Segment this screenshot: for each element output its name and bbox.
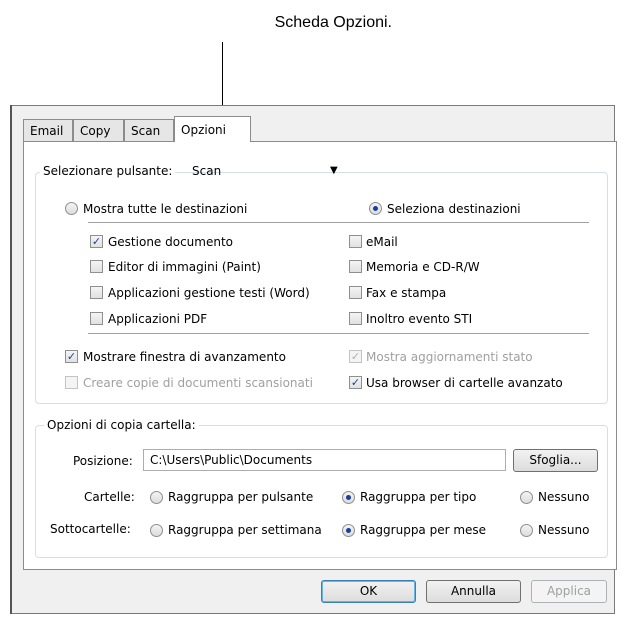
cancel-button[interactable]: Annulla [426, 580, 521, 603]
subfolders-none-radio[interactable] [520, 524, 533, 537]
check-icon: ✓ [350, 350, 361, 363]
gestione-documento-checkbox[interactable]: ✓ [90, 235, 103, 248]
tab-email[interactable]: Email [23, 119, 73, 141]
show-progress-checkbox[interactable]: ✓ [65, 350, 78, 363]
advanced-browser-checkbox[interactable]: ✓ [349, 376, 362, 389]
folders-none-radio[interactable] [520, 491, 533, 504]
inoltro-sti-label: Inoltro evento STI [366, 312, 473, 326]
caption: Scheda Opzioni. [274, 14, 392, 31]
show-all-destinations-label: Mostra tutte le destinazioni [83, 202, 248, 216]
folder-copy-title: Opzioni di copia cartella: [44, 417, 199, 433]
inoltro-sti-checkbox[interactable] [349, 312, 362, 325]
browse-button[interactable]: Sfoglia... [513, 449, 598, 472]
fax-stampa-checkbox[interactable] [349, 286, 362, 299]
dropdown-arrow-icon: ▼ [330, 165, 338, 176]
editor-immagini-label: Editor di immagini (Paint) [108, 260, 261, 274]
email-label: eMail [366, 235, 398, 249]
select-button-label: Selezionare pulsante: [40, 163, 176, 179]
check-icon: ✓ [66, 350, 77, 363]
subfolders-none-label: Nessuno [538, 523, 590, 537]
divider [88, 333, 589, 334]
create-copies-checkbox[interactable] [65, 376, 78, 389]
folders-label: Cartelle: [84, 490, 135, 504]
select-destinations-radio[interactable] [369, 202, 382, 215]
select-button-value: Scan [192, 164, 222, 178]
advanced-browser-label: Usa browser di cartelle avanzato [366, 376, 563, 390]
create-copies-label: Creare copie di documenti scansionati [83, 376, 313, 390]
folders-by-button-label: Raggruppa per pulsante [168, 490, 314, 504]
applicazioni-testi-checkbox[interactable] [90, 286, 103, 299]
subfolders-by-week-radio[interactable] [150, 524, 163, 537]
apply-button[interactable]: Applica [531, 580, 607, 603]
select-button-dropdown[interactable]: Scan ▼ [184, 161, 344, 182]
check-icon: ✓ [91, 235, 102, 248]
subfolders-by-week-label: Raggruppa per settimana [168, 523, 322, 537]
memoria-cd-label: Memoria e CD-R/W [366, 260, 480, 274]
divider [88, 222, 589, 223]
tab-scan[interactable]: Scan [124, 119, 174, 141]
position-input[interactable]: C:\Users\Public\Documents [143, 449, 506, 471]
show-progress-label: Mostrare finestra di avanzamento [83, 350, 286, 364]
window-edge [10, 105, 12, 614]
ok-button[interactable]: OK [321, 580, 416, 603]
check-icon: ✓ [350, 376, 361, 389]
tab-copy[interactable]: Copy [73, 119, 124, 141]
folders-none-label: Nessuno [538, 490, 590, 504]
memoria-cd-checkbox[interactable] [349, 260, 362, 273]
folders-by-button-radio[interactable] [150, 491, 163, 504]
position-label: Posizione: [73, 454, 133, 468]
applicazioni-pdf-label: Applicazioni PDF [108, 312, 208, 326]
subfolders-by-month-radio[interactable] [342, 524, 355, 537]
email-checkbox[interactable] [349, 235, 362, 248]
subfolders-by-month-label: Raggruppa per mese [360, 523, 487, 537]
applicazioni-pdf-checkbox[interactable] [90, 312, 103, 325]
show-status-checkbox[interactable]: ✓ [349, 350, 362, 363]
select-destinations-label: Seleziona destinazioni [387, 202, 521, 216]
show-status-label: Mostra aggiornamenti stato [366, 350, 533, 364]
position-value: C:\Users\Public\Documents [150, 453, 313, 467]
folders-by-type-label: Raggruppa per tipo [360, 490, 477, 504]
folders-by-type-radio[interactable] [342, 491, 355, 504]
tab-opzioni[interactable]: Opzioni [174, 116, 251, 142]
editor-immagini-checkbox[interactable] [90, 260, 103, 273]
applicazioni-testi-label: Applicazioni gestione testi (Word) [108, 286, 310, 300]
gestione-documento-label: Gestione documento [108, 235, 234, 249]
show-all-destinations-radio[interactable] [65, 202, 78, 215]
subfolders-label: Sottocartelle: [50, 522, 131, 536]
fax-stampa-label: Fax e stampa [366, 286, 447, 300]
